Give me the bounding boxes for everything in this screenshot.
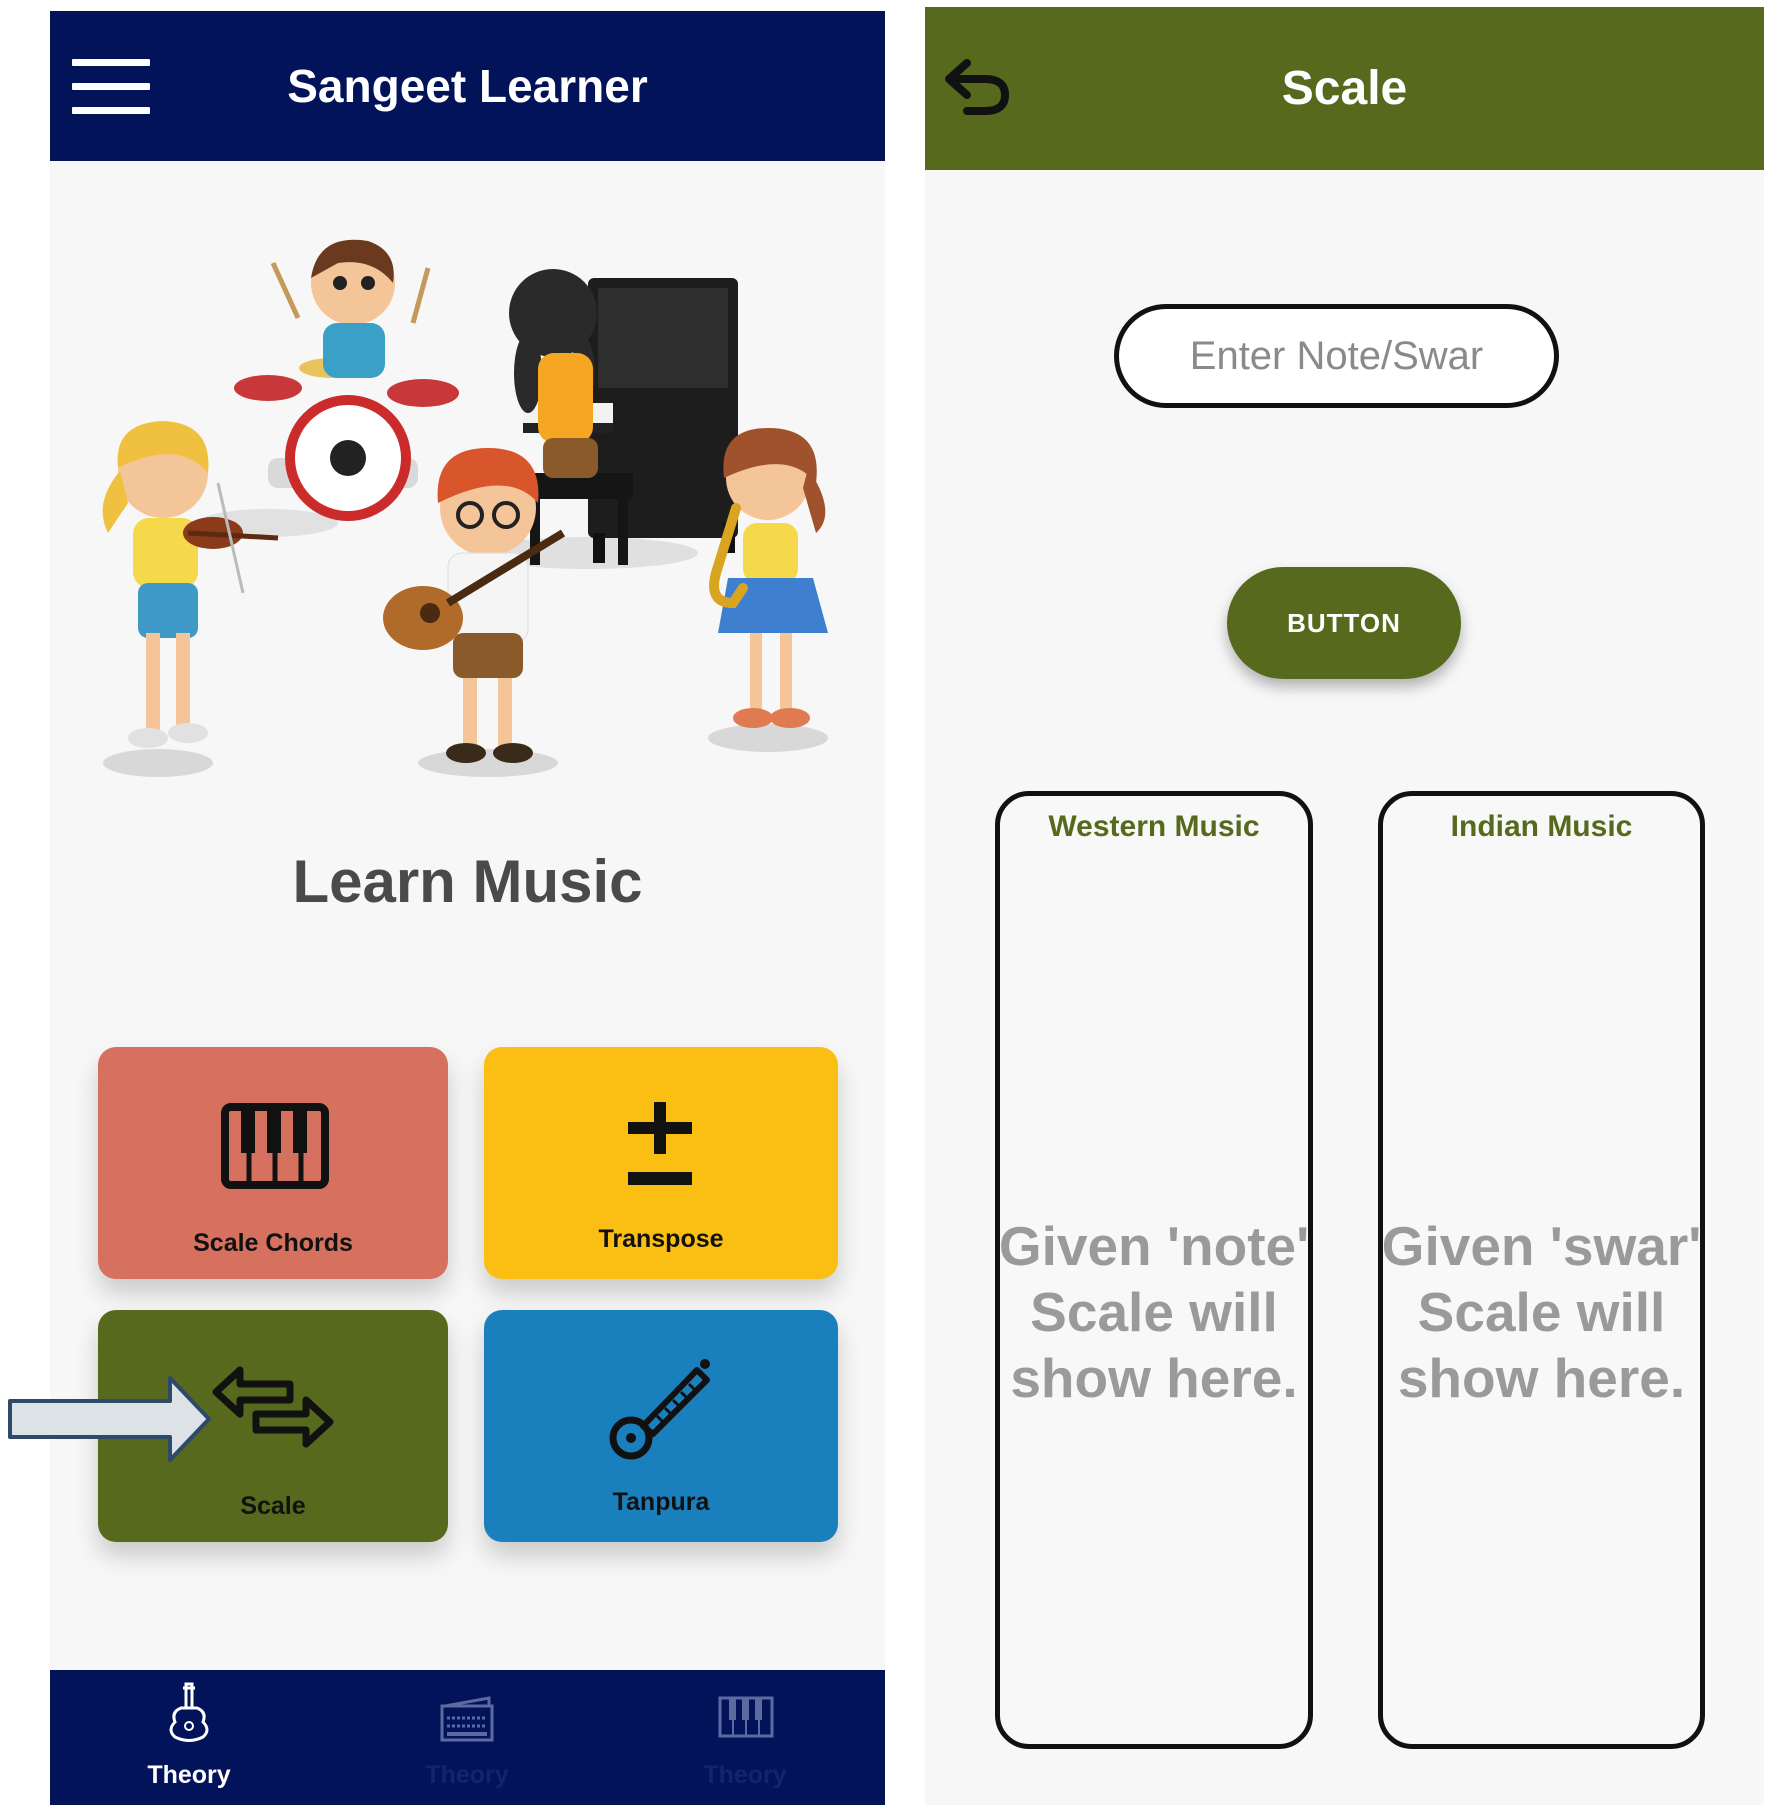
bottom-navigation: Theory Theory Theory	[50, 1670, 885, 1805]
tile-label: Tanpura	[612, 1488, 710, 1516]
pointer-arrow-icon	[8, 1376, 211, 1462]
indian-music-panel: Indian Music Given 'swar' Scale will sho…	[1378, 791, 1705, 1749]
plus-minus-icon	[628, 1102, 692, 1185]
nav-label: Theory	[425, 1761, 509, 1789]
harmonium-icon	[440, 1696, 494, 1742]
western-scale-output: Given 'note' Scale will show here.	[998, 1215, 1310, 1409]
scale-chords-tile[interactable]: Scale Chords	[98, 1047, 448, 1279]
nav-item-theory-3[interactable]: Theory	[606, 1670, 884, 1805]
piano-icon	[718, 1696, 774, 1738]
tile-label: Scale Chords	[193, 1229, 353, 1257]
screen-title: Scale	[1281, 62, 1408, 115]
nav-item-theory[interactable]: Theory	[50, 1670, 328, 1805]
note-swar-input[interactable]	[1114, 304, 1559, 408]
swap-arrows-icon	[212, 1366, 334, 1448]
tanpura-tile[interactable]: Tanpura	[484, 1310, 838, 1542]
nav-item-theory-2[interactable]: Theory	[328, 1670, 606, 1805]
submit-button[interactable]: BUTTON	[1227, 567, 1461, 679]
transpose-tile[interactable]: Transpose	[484, 1047, 838, 1279]
indian-music-heading: Indian Music	[1450, 810, 1633, 843]
app-bar: Sangeet Learner	[50, 11, 885, 161]
guitar-icon	[169, 1682, 209, 1742]
tile-label: Transpose	[598, 1225, 724, 1253]
nav-label: Theory	[703, 1761, 787, 1789]
app-bar: Scale	[925, 7, 1764, 170]
western-music-heading: Western Music	[1048, 810, 1260, 843]
tile-label: Scale	[240, 1492, 306, 1520]
app-title: Sangeet Learner	[287, 60, 648, 112]
tanpura-icon	[609, 1359, 710, 1460]
piano-keys-icon	[221, 1103, 329, 1189]
home-screen: Sangeet Learner Learn Music Scale Chords…	[50, 11, 885, 1805]
western-music-panel: Western Music Given 'note' Scale will sh…	[995, 791, 1313, 1749]
nav-label: Theory	[147, 1761, 231, 1789]
kids-band-illustration	[102, 239, 828, 777]
indian-scale-output: Given 'swar' Scale will show here.	[1381, 1215, 1702, 1409]
scale-screen: Scale BUTTON Western Music Given 'note' …	[925, 7, 1764, 1805]
learn-music-heading: Learn Music	[292, 848, 643, 915]
